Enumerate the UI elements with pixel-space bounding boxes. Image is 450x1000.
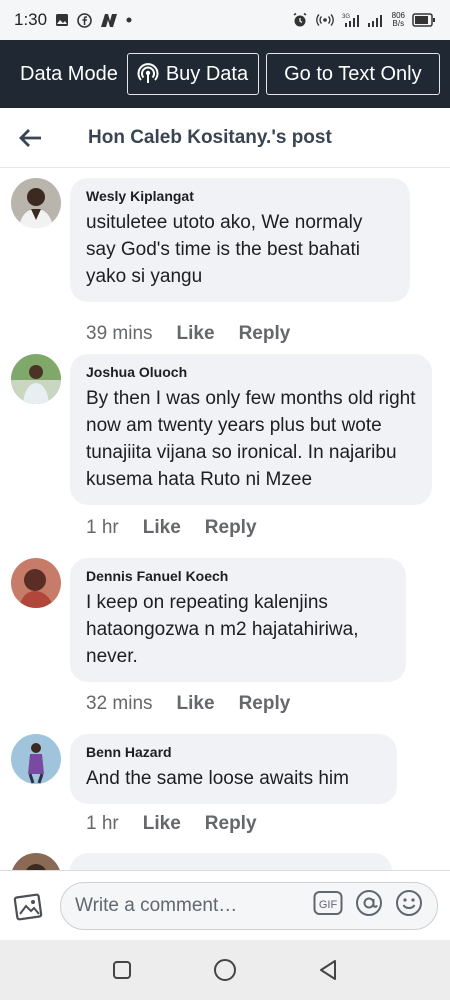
gallery-icon <box>55 13 69 27</box>
avatar[interactable] <box>11 354 61 404</box>
status-bar: 1:30 3G 806 B/s <box>0 0 450 40</box>
hotspot-icon <box>315 13 335 27</box>
comment-time[interactable]: 1 hr <box>86 517 119 539</box>
add-photo-button[interactable] <box>0 871 58 941</box>
comment-bubble[interactable] <box>70 853 392 870</box>
comment-composer: Write a comment… GIF <box>0 870 450 940</box>
emoji-icon <box>396 890 422 916</box>
alarm-icon <box>292 12 308 28</box>
like-button[interactable]: Like <box>143 517 181 539</box>
go-to-text-only-button[interactable]: Go to Text Only <box>265 53 440 95</box>
comment-input[interactable]: Write a comment… GIF <box>60 882 438 930</box>
comment-author[interactable]: Benn Hazard <box>86 744 381 760</box>
reply-button[interactable]: Reply <box>205 517 257 539</box>
like-button[interactable]: Like <box>143 813 181 835</box>
at-sign-icon <box>356 890 382 916</box>
gif-icon: GIF <box>313 891 343 915</box>
photo-icon <box>13 893 43 920</box>
system-nav-bar <box>0 940 450 1000</box>
comment-time[interactable]: 1 hr <box>86 813 119 835</box>
speed-unit: B/s <box>392 19 405 28</box>
square-icon <box>112 961 131 979</box>
signal-3g-icon: 3G <box>342 12 360 28</box>
comment-author[interactable]: Dennis Fanuel Koech <box>86 568 390 584</box>
reply-button[interactable]: Reply <box>239 323 291 345</box>
comment-bubble[interactable]: Benn Hazard And the same loose awaits hi… <box>70 734 397 804</box>
gif-button[interactable]: GIF <box>313 890 343 922</box>
avatar[interactable] <box>11 178 61 228</box>
svg-text:3G: 3G <box>342 14 350 20</box>
data-mode-label: Data Mode <box>20 62 118 85</box>
facebook-icon <box>77 12 92 28</box>
signal-icon <box>367 12 385 28</box>
network-speed: 806 B/s <box>392 12 405 28</box>
recents-button[interactable] <box>102 950 142 990</box>
like-button[interactable]: Like <box>177 693 215 715</box>
comment-time[interactable]: 32 mins <box>86 693 153 715</box>
broadcast-icon <box>137 63 159 83</box>
go-to-text-only-label: Go to Text Only <box>284 62 422 85</box>
triangle-back-icon <box>320 960 337 980</box>
circle-icon <box>213 959 236 981</box>
notification-dot-icon <box>126 17 132 23</box>
comment-text: I keep on repeating kalenjins hataongozw… <box>86 592 359 667</box>
back-arrow-icon <box>19 128 41 147</box>
comment-actions: 1 hr Like Reply <box>86 813 281 835</box>
comment-actions: 1 hr Like Reply <box>86 517 281 539</box>
data-mode-bar: Data Mode Buy Data Go to Text Only <box>0 40 450 108</box>
gif-label: GIF <box>319 899 338 911</box>
comment-actions: 32 mins Like Reply <box>86 693 314 715</box>
home-button[interactable] <box>205 950 245 990</box>
reply-button[interactable]: Reply <box>205 813 257 835</box>
comment-text: usituletee utoto ako, We normaly say God… <box>86 212 363 287</box>
comment-text: And the same loose awaits him <box>86 768 349 789</box>
avatar[interactable] <box>11 558 61 608</box>
n-app-icon <box>100 13 118 28</box>
comment-time[interactable]: 39 mins <box>86 323 153 345</box>
comment-list[interactable]: Wesly Kiplangat usituletee utoto ako, We… <box>0 168 450 870</box>
back-nav-button[interactable] <box>308 950 348 990</box>
comment-author[interactable]: Joshua Oluoch <box>86 364 416 380</box>
post-header: Hon Caleb Kositany.'s post <box>0 108 450 168</box>
comment-bubble[interactable]: Dennis Fanuel Koech I keep on repeating … <box>70 558 406 682</box>
comment-text: By then I was only few months old right … <box>86 388 416 490</box>
back-button[interactable] <box>0 108 60 168</box>
emoji-button[interactable] <box>395 889 423 923</box>
avatar[interactable] <box>11 734 61 784</box>
buy-data-label: Buy Data <box>165 62 249 85</box>
comment-bubble[interactable]: Wesly Kiplangat usituletee utoto ako, We… <box>70 178 410 302</box>
comment-author[interactable]: Wesly Kiplangat <box>86 188 394 204</box>
reply-button[interactable]: Reply <box>239 693 291 715</box>
page-title: Hon Caleb Kositany.'s post <box>88 126 332 148</box>
battery-icon <box>412 13 436 27</box>
comment-input-placeholder: Write a comment… <box>75 895 238 916</box>
comment-bubble[interactable]: Joshua Oluoch By then I was only few mon… <box>70 354 432 505</box>
avatar[interactable] <box>11 853 61 870</box>
mention-button[interactable] <box>355 889 383 923</box>
comment-actions: 39 mins Like Reply <box>86 323 314 345</box>
buy-data-button[interactable]: Buy Data <box>126 53 259 95</box>
like-button[interactable]: Like <box>177 323 215 345</box>
status-time: 1:30 <box>14 10 48 29</box>
